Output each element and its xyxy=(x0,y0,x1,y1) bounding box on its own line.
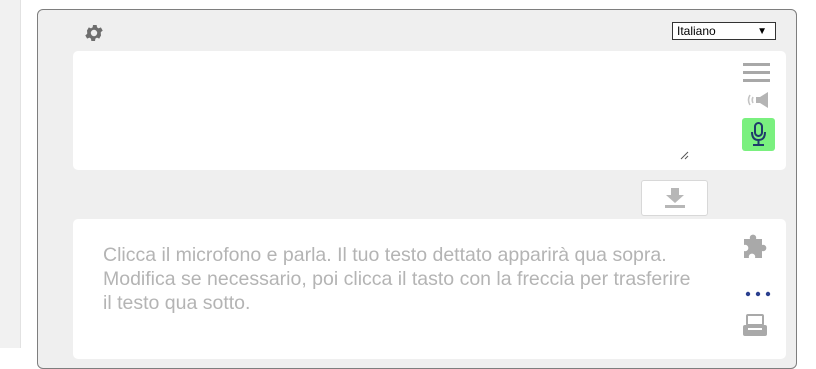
microphone-button[interactable] xyxy=(742,118,775,151)
transfer-text-button[interactable] xyxy=(641,180,708,216)
output-text-area[interactable]: Clicca il microfono e parla. Il tuo test… xyxy=(73,219,786,359)
output-placeholder-text: Clicca il microfono e parla. Il tuo test… xyxy=(103,244,691,314)
dictation-textarea[interactable] xyxy=(73,51,729,174)
gear-icon[interactable] xyxy=(83,22,105,44)
chevron-down-icon: ▼ xyxy=(757,26,767,37)
print-icon[interactable] xyxy=(742,314,768,338)
puzzle-icon[interactable] xyxy=(740,230,770,260)
menu-icon[interactable] xyxy=(743,63,770,83)
resize-handle-icon[interactable] xyxy=(680,147,689,160)
language-select-value: Italiano xyxy=(677,24,716,38)
left-sidebar-strip xyxy=(0,0,21,348)
language-select[interactable]: Italiano ▼ xyxy=(672,22,776,40)
more-icon[interactable] xyxy=(745,284,771,297)
speaker-icon[interactable] xyxy=(746,91,772,109)
microphone-icon xyxy=(751,122,766,146)
download-arrow-icon xyxy=(665,188,685,208)
